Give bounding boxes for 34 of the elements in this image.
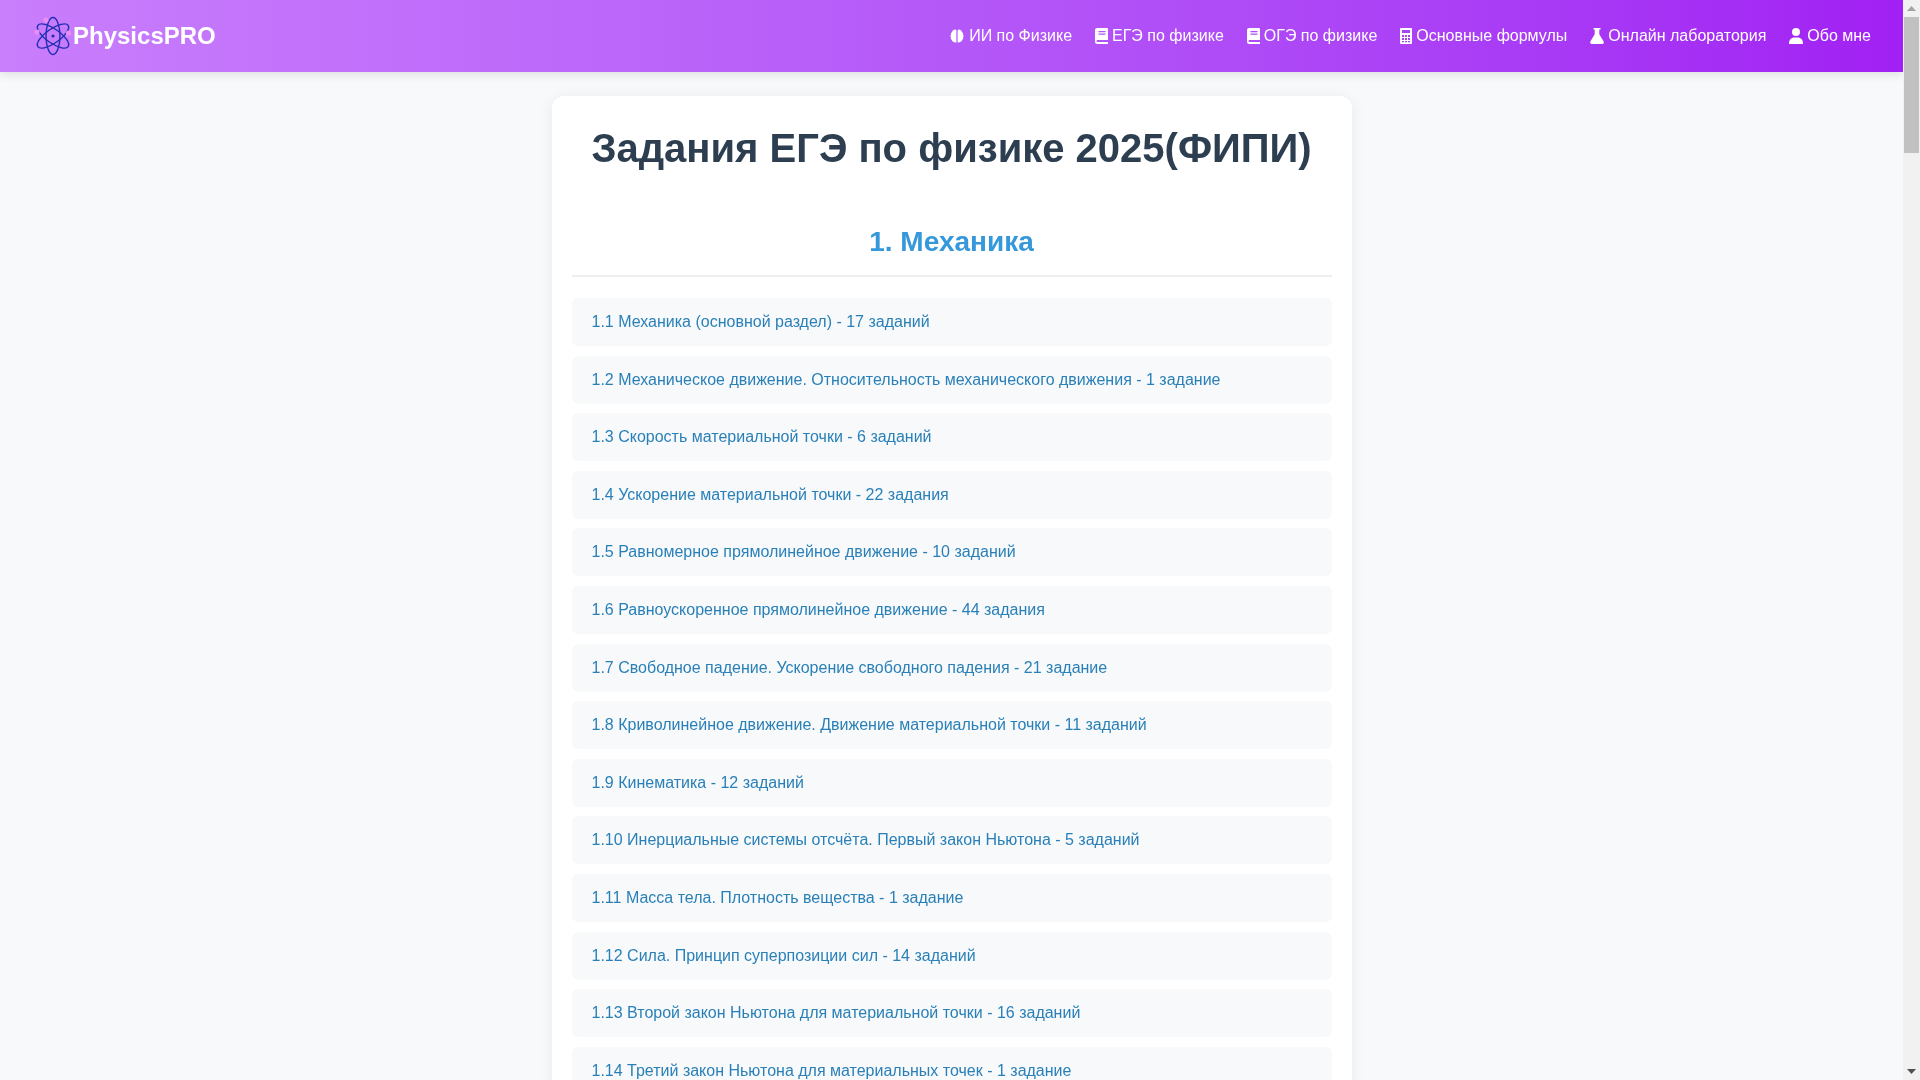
- topic-link[interactable]: 1.4 Ускорение материальной точки - 22 задания: [571, 470, 1332, 519]
- nav-link[interactable]: ОГЭ по физике: [1246, 26, 1378, 46]
- topic-link[interactable]: 1.2 Механическое движение. Относительность механического движения - 1 задание: [571, 355, 1332, 404]
- nav-link[interactable]: ИИ по Физике: [949, 26, 1073, 46]
- user-icon: [1789, 28, 1804, 44]
- nav-link[interactable]: Обо мне: [1789, 26, 1871, 46]
- topic-link[interactable]: 1.12 Сила. Принцип суперпозиции сил - 14 заданий: [571, 931, 1332, 980]
- topic-link[interactable]: 1.10 Инерциальные системы отсчёта. Первый закон Ньютона - 5 заданий: [571, 816, 1332, 865]
- book-icon: [1095, 28, 1109, 44]
- topic-link[interactable]: 1.8 Криволинейное движение. Движение материальной точки - 11 заданий: [571, 701, 1332, 750]
- topic-link[interactable]: 1.11 Масса тела. Плотность вещества - 1 задание: [571, 873, 1332, 922]
- topic-link[interactable]: 1.3 Скорость материальной точки - 6 заданий: [571, 413, 1332, 462]
- topic-link[interactable]: 1.5 Равномерное прямолинейное движение - 10 заданий: [571, 528, 1332, 577]
- scrollbar-thumb[interactable]: [1904, 17, 1919, 153]
- topic-link[interactable]: 1.14 Третий закон Ньютона для материальных точек - 1 задание: [571, 1046, 1332, 1080]
- topic-link[interactable]: 1.9 Кинематика - 12 заданий: [571, 758, 1332, 807]
- logo-link[interactable]: PhysicsPRO: [33, 16, 216, 56]
- scrollbar[interactable]: [1903, 0, 1920, 1080]
- flask-icon: [1590, 28, 1605, 44]
- nav-link[interactable]: ЕГЭ по физике: [1095, 26, 1224, 46]
- topic-link[interactable]: 1.1 Механика (основной раздел) - 17 заданий: [571, 298, 1332, 346]
- topic-link[interactable]: 1.7 Свободное падение. Ускорение свободного падения - 21 задание: [571, 643, 1332, 692]
- topic-link[interactable]: 1.13 Второй закон Ньютона для материальной точки - 16 заданий: [571, 989, 1332, 1038]
- nav-link[interactable]: Онлайн лаборатория: [1590, 26, 1767, 46]
- calculator-icon: [1400, 28, 1413, 44]
- scroll-up-arrow-icon[interactable]: [1907, 6, 1916, 11]
- nav-link[interactable]: Основные формулы: [1400, 26, 1568, 46]
- section-heading: 1. Механика: [869, 226, 1034, 258]
- brain-icon: [949, 28, 966, 44]
- topic-link[interactable]: 1.6 Равноускоренное прямолинейное движение - 44 задания: [571, 585, 1332, 634]
- scroll-down-arrow-icon[interactable]: [1907, 1069, 1916, 1074]
- atom-icon: [33, 16, 73, 56]
- book-icon: [1246, 28, 1260, 44]
- page-title: Задания ЕГЭ по физике 2025(ФИПИ): [591, 125, 1312, 171]
